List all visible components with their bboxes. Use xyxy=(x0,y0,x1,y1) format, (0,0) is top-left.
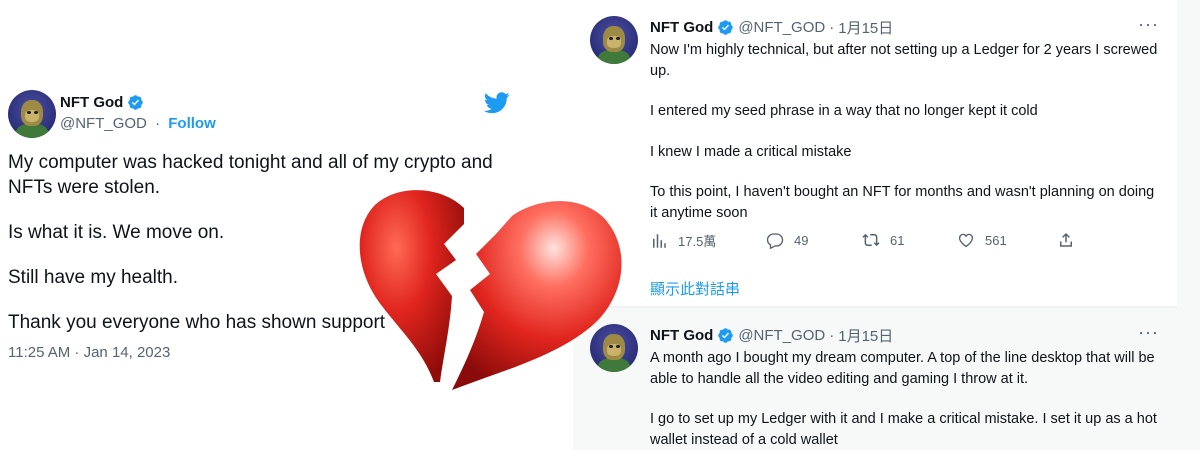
tweet-paragraph: I knew I made a critical mistake xyxy=(650,143,852,160)
author-name[interactable]: NFT God xyxy=(60,94,144,111)
share-button[interactable] xyxy=(1057,231,1075,249)
views-button[interactable]: 17.5萬 xyxy=(650,231,716,250)
tweet-paragraph: A month ago I bought my dream computer. … xyxy=(650,350,1155,387)
verified-badge-icon xyxy=(718,20,734,35)
author-handle-row: @NFT_GOD · Follow xyxy=(60,115,216,132)
separator: · xyxy=(829,19,835,36)
tweet-text: A month ago I bought my dream computer. … xyxy=(650,348,1160,470)
tweet-paragraph: I go to set up my Ledger with it and I m… xyxy=(650,411,1157,448)
avatar[interactable] xyxy=(8,90,56,138)
tweet-actions: 17.5萬 49 61 561 xyxy=(650,231,1080,251)
author-handle[interactable]: @NFT_GOD xyxy=(738,19,825,36)
verified-badge-icon xyxy=(718,328,734,343)
more-options-icon[interactable]: ··· xyxy=(1138,322,1159,343)
twitter-bird-icon[interactable] xyxy=(484,92,510,114)
like-count: 561 xyxy=(985,232,1007,248)
thread-tweet[interactable]: NFT God @NFT_GOD · 1月15日 ··· Now I'm hig… xyxy=(573,0,1177,306)
more-options-icon[interactable]: ··· xyxy=(1138,14,1159,35)
thread-tweet[interactable]: NFT God @NFT_GOD · 1月15日 ··· A month ago… xyxy=(573,308,1177,450)
avatar[interactable] xyxy=(590,16,638,64)
retweet-count: 61 xyxy=(890,232,905,248)
like-icon xyxy=(958,233,974,248)
author-handle[interactable]: @NFT_GOD xyxy=(738,327,825,344)
reply-count: 49 xyxy=(794,232,809,248)
reply-icon xyxy=(766,233,784,249)
author-handle[interactable]: @NFT_GOD xyxy=(60,115,147,132)
author-name-text: NFT God xyxy=(60,94,124,111)
reply-button[interactable]: 49 xyxy=(766,231,808,249)
tweet-thread: NFT God @NFT_GOD · 1月15日 ··· Now I'm hig… xyxy=(573,0,1200,450)
tweet-paragraph: To this point, I haven't bought an NFT f… xyxy=(650,184,1155,221)
views-icon xyxy=(653,233,666,248)
like-button[interactable]: 561 xyxy=(957,231,1007,249)
separator: · xyxy=(829,327,835,344)
tweet-paragraph: I entered my seed phrase in a way that n… xyxy=(650,103,1038,119)
show-thread-link[interactable]: 顯示此對話串 xyxy=(650,278,740,299)
retweet-icon xyxy=(862,233,880,247)
broken-heart-icon xyxy=(359,190,622,390)
tweet-timestamp[interactable]: 11:25 AM · Jan 14, 2023 xyxy=(8,344,170,361)
author-name[interactable]: NFT God xyxy=(650,19,713,36)
tweet-text: Now I'm highly technical, but after not … xyxy=(650,40,1160,243)
follow-button[interactable]: Follow xyxy=(168,115,216,132)
share-icon xyxy=(1060,232,1072,247)
separator: · xyxy=(155,115,161,132)
tweet-paragraph: Now I'm highly technical, but after not … xyxy=(650,42,1158,79)
tweet-date[interactable]: 1月15日 xyxy=(838,325,893,346)
tweet-header: NFT God @NFT_GOD · 1月15日 xyxy=(650,325,893,346)
retweet-button[interactable]: 61 xyxy=(862,231,904,249)
tweet-header: NFT God @NFT_GOD · 1月15日 xyxy=(650,17,893,38)
tweet-date[interactable]: 1月15日 xyxy=(838,17,893,38)
verified-badge-icon xyxy=(128,95,144,110)
views-count: 17.5萬 xyxy=(678,234,717,249)
author-name[interactable]: NFT God xyxy=(650,327,713,344)
